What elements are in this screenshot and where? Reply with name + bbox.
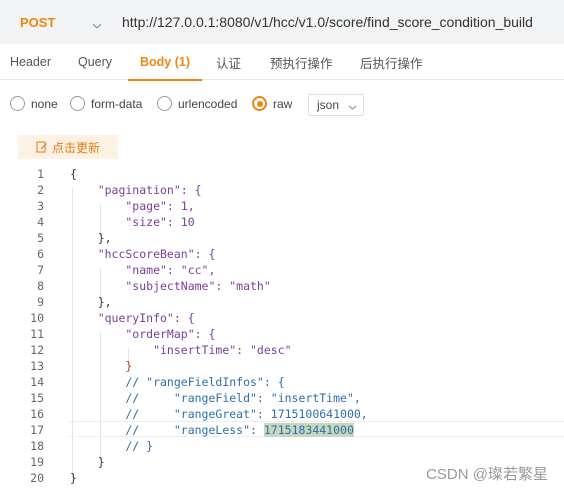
radio-checked-icon [252, 96, 267, 111]
code-line: // "rangeField": "insertTime", [70, 391, 361, 405]
radio-circle-icon [70, 96, 85, 111]
line-number: 13 [30, 359, 44, 373]
line-number: 15 [30, 391, 44, 405]
radio-label: none [31, 96, 58, 111]
tab-query[interactable]: Query [78, 44, 112, 80]
line-number: 10 [30, 311, 44, 325]
tab-body[interactable]: Body (1) [128, 44, 202, 81]
code-line: "orderMap": { [70, 327, 216, 341]
code-line: } [70, 455, 105, 469]
chevron-down-icon [92, 17, 102, 35]
line-number: 17 [30, 423, 44, 437]
code-line: // } [70, 439, 154, 453]
line-number: 18 [30, 439, 44, 453]
code-line: "subjectName": "math" [70, 279, 271, 293]
method-label: POST [20, 14, 56, 30]
url-input[interactable]: http://127.0.0.1:8080/v1/hcc/v1.0/score/… [112, 0, 564, 44]
chevron-down-icon [348, 100, 357, 114]
line-number: 3 [37, 199, 44, 213]
line-number: 9 [37, 295, 44, 309]
code-line: // "rangeFieldInfos": { [70, 375, 285, 389]
code-line: // "rangeGreat": 1715100641000, [70, 407, 368, 421]
code-line: "name": "cc", [70, 263, 216, 277]
line-number: 6 [37, 247, 44, 261]
line-number: 5 [37, 231, 44, 245]
code-line: { [70, 167, 77, 181]
radio-raw[interactable]: raw [252, 96, 292, 111]
line-number: 14 [30, 375, 44, 389]
code-line: "size": 10 [70, 215, 195, 229]
edit-document-icon [36, 141, 48, 153]
radio-circle-icon [10, 96, 25, 111]
tab-auth[interactable]: 认证 [216, 44, 241, 80]
line-number: 16 [30, 407, 44, 421]
radio-label: urlencoded [178, 96, 238, 111]
request-tabs: Header Query Body (1) 认证 预执行操作 后执行操作 [0, 44, 564, 81]
line-number: 4 [37, 215, 44, 229]
radio-label: raw [273, 96, 293, 111]
code-text: // "rangeLess": [70, 423, 264, 437]
radio-circle-icon [157, 96, 172, 111]
line-number: 7 [37, 263, 44, 277]
request-bar: POST http://127.0.0.1:8080/v1/hcc/v1.0/s… [0, 0, 564, 44]
radio-urlencoded[interactable]: urlencoded [157, 96, 237, 111]
line-number: 8 [37, 279, 44, 293]
body-type-row: none form-data urlencoded raw json [0, 92, 564, 120]
format-select[interactable]: json [308, 94, 364, 116]
code-line: } [70, 359, 133, 373]
code-line: }, [70, 295, 112, 309]
code-line: "page": 1, [70, 199, 195, 213]
code-line: } [70, 471, 77, 485]
line-number: 19 [30, 455, 44, 469]
method-select[interactable]: POST [0, 0, 112, 44]
line-number: 20 [30, 471, 44, 485]
code-line: "insertTime": "desc" [70, 343, 292, 357]
watermark: CSDN @璨若繁星 [426, 466, 548, 483]
code-line: // "rangeLess": 1715183441000 [70, 422, 354, 438]
tab-header[interactable]: Header [10, 44, 51, 80]
code-line: "queryInfo": { [70, 311, 195, 325]
update-button[interactable]: 点击更新 [18, 135, 118, 159]
radio-form-data[interactable]: form-data [70, 96, 142, 111]
line-number: 12 [30, 343, 44, 357]
code-editor[interactable]: 1 { 2 "pagination": { 3 "page": 1, 4 "siz… [0, 164, 564, 494]
line-number: 11 [30, 327, 44, 341]
line-number: 2 [37, 183, 44, 197]
tab-post-request[interactable]: 后执行操作 [360, 44, 423, 80]
format-value: json [317, 98, 340, 112]
update-button-label: 点击更新 [52, 140, 101, 155]
code-line: "pagination": { [70, 183, 202, 197]
radio-none[interactable]: none [10, 96, 58, 111]
radio-label: form-data [91, 96, 143, 111]
tab-pre-request[interactable]: 预执行操作 [270, 44, 333, 80]
code-line: "hccScoreBean": { [70, 247, 216, 261]
selected-text: 1715183441000 [263, 423, 354, 437]
line-number: 1 [37, 167, 44, 181]
code-line: }, [70, 231, 112, 245]
